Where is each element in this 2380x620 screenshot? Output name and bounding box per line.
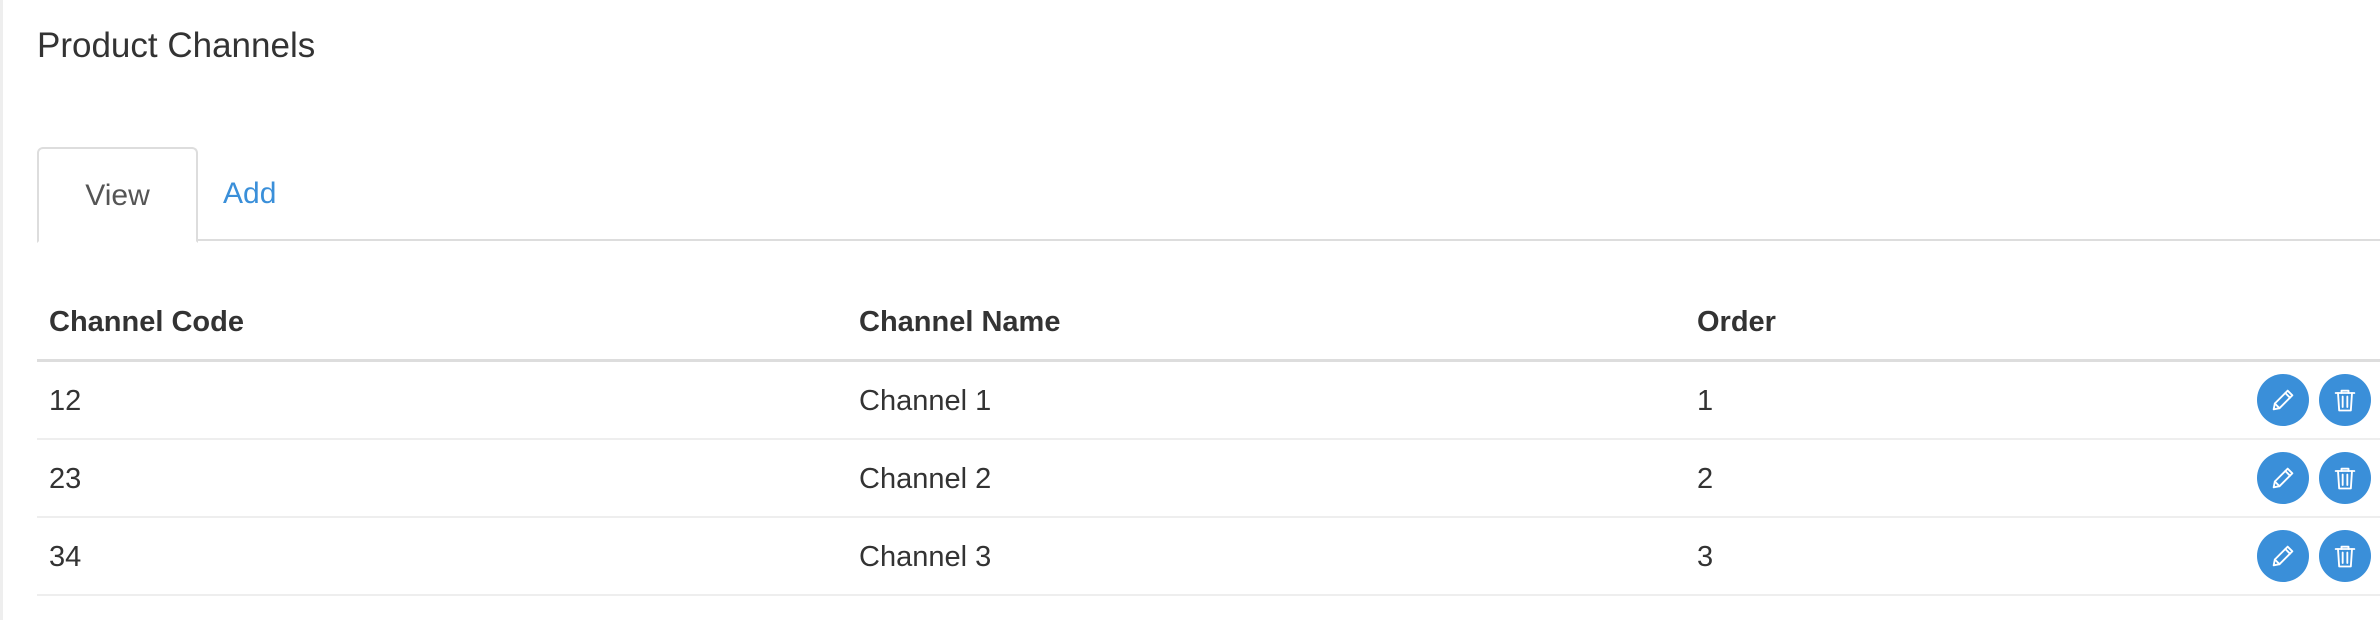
- delete-button[interactable]: [2319, 530, 2371, 582]
- cell-channel-code: 12: [49, 385, 82, 417]
- trash-icon: [2334, 467, 2356, 490]
- row-actions: [2257, 530, 2371, 582]
- cell-order: 2: [1697, 463, 1714, 495]
- row-actions: [2257, 452, 2371, 504]
- channels-table: Channel Code Channel Name Order 12 Chann…: [37, 282, 2380, 596]
- cell-channel-name: Channel 2: [859, 463, 992, 495]
- page-title: Product Channels: [37, 26, 316, 65]
- table-header: Channel Code Channel Name Order: [37, 282, 2380, 362]
- table-row: 34 Channel 3 3: [37, 518, 2380, 596]
- edit-button[interactable]: [2257, 374, 2309, 426]
- page: Product Channels View Add Channel Code C…: [0, 0, 2380, 620]
- pencil-icon: [2272, 467, 2294, 489]
- cell-channel-name: Channel 3: [859, 541, 992, 573]
- column-header-channel-name[interactable]: Channel Name: [859, 282, 1060, 362]
- table-row: 23 Channel 2 2: [37, 440, 2380, 518]
- edit-button[interactable]: [2257, 452, 2309, 504]
- row-actions: [2257, 374, 2371, 426]
- delete-button[interactable]: [2319, 374, 2371, 426]
- edit-button[interactable]: [2257, 530, 2309, 582]
- delete-button[interactable]: [2319, 452, 2371, 504]
- cell-order: 3: [1697, 541, 1714, 573]
- table-row: 12 Channel 1 1: [37, 362, 2380, 440]
- cell-channel-code: 23: [49, 463, 82, 495]
- trash-icon: [2334, 389, 2356, 412]
- cell-channel-name: Channel 1: [859, 385, 992, 417]
- pencil-icon: [2272, 545, 2294, 567]
- tab-add[interactable]: Add: [223, 147, 276, 241]
- cell-channel-code: 34: [49, 541, 82, 573]
- column-header-channel-code[interactable]: Channel Code: [49, 282, 244, 362]
- column-header-order[interactable]: Order: [1697, 282, 1776, 362]
- trash-icon: [2334, 545, 2356, 568]
- cell-order: 1: [1697, 385, 1714, 417]
- pencil-icon: [2272, 389, 2294, 411]
- tab-view[interactable]: View: [37, 147, 198, 243]
- tab-bar: View Add: [37, 147, 2380, 243]
